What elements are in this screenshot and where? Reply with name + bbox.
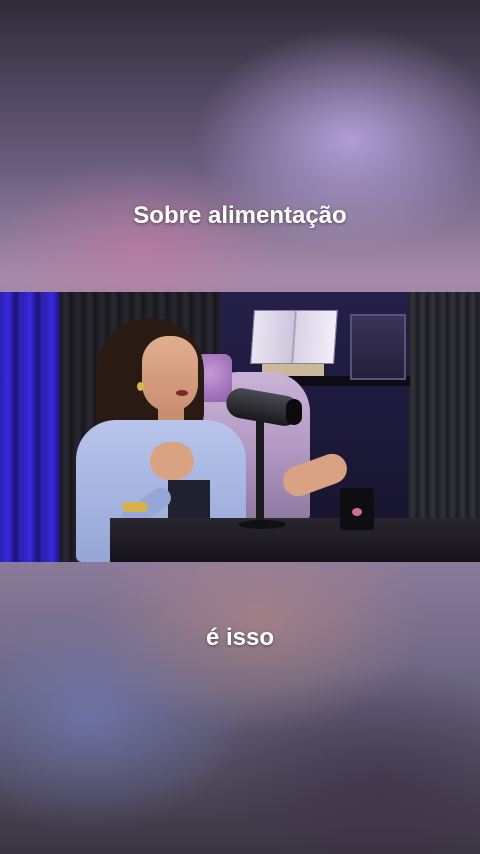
- open-book: [250, 310, 338, 364]
- speaker-face: [142, 336, 198, 412]
- video-frame[interactable]: [0, 292, 480, 562]
- earring: [137, 382, 144, 391]
- mic-base: [238, 520, 286, 529]
- mic-grill: [286, 399, 302, 425]
- mug: [340, 488, 374, 530]
- caption-top: Sobre alimentação: [133, 202, 347, 229]
- speaker-mouth: [176, 390, 188, 396]
- speaker-hand-left: [150, 442, 194, 480]
- mug-logo: [352, 508, 362, 516]
- decor-frame: [350, 314, 406, 380]
- caption-bottom: é isso: [205, 624, 275, 651]
- mic-stand: [256, 418, 264, 522]
- gold-bracelet: [122, 502, 148, 512]
- table: [110, 518, 480, 562]
